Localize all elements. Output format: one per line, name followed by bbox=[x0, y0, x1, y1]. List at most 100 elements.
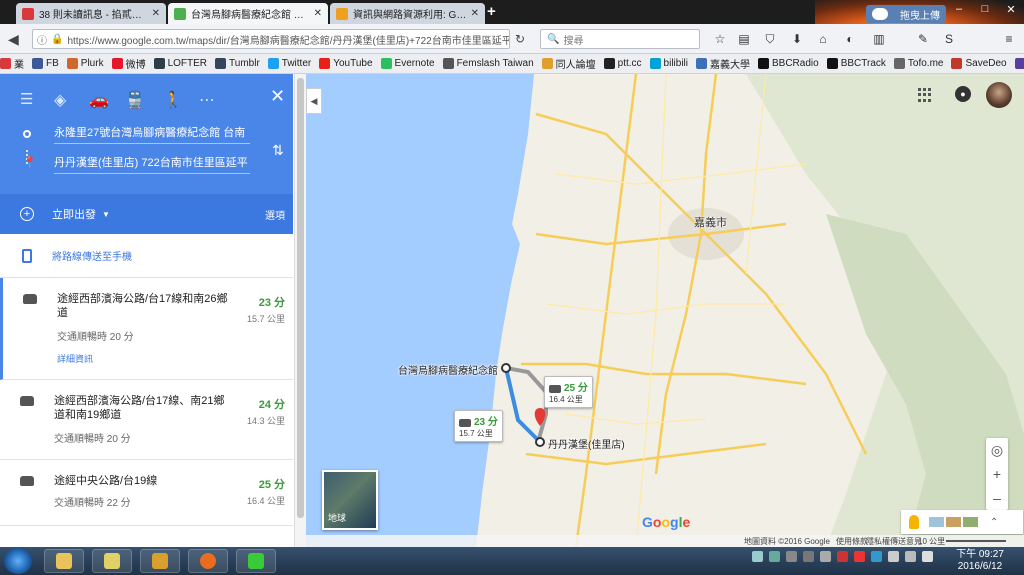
route-details-link[interactable]: 詳細資訊 bbox=[57, 352, 93, 365]
reload-icon[interactable]: ↻ bbox=[515, 32, 525, 46]
reading-list-icon[interactable]: ▤ bbox=[737, 32, 751, 46]
add-destination-icon[interactable]: + bbox=[20, 207, 34, 221]
close-window-button[interactable]: ✕ bbox=[998, 0, 1024, 18]
bookmark-item[interactable]: Tofo.me bbox=[893, 58, 943, 69]
bookmark-item[interactable]: Plurk bbox=[66, 58, 104, 69]
street-view-bar[interactable]: ⌃ bbox=[901, 510, 1023, 534]
tab-blogger[interactable]: 資訊與網路資源利用: Goo... ✕ bbox=[330, 3, 485, 24]
pegman-icon[interactable] bbox=[909, 515, 919, 529]
menu-icon[interactable]: ☰ bbox=[20, 90, 33, 108]
zoom-in-button[interactable]: + bbox=[986, 462, 1008, 486]
bookmark-item[interactable]: Evernote bbox=[380, 58, 435, 69]
taskbar-app[interactable] bbox=[140, 549, 180, 573]
bookmark-item[interactable]: 伊莉 bbox=[1014, 56, 1024, 71]
destination-label[interactable]: 丹丹漢堡(佳里店) bbox=[548, 436, 625, 451]
destination-input[interactable]: 丹丹漢堡(佳里店) 722台南市佳里區延平 bbox=[54, 154, 250, 174]
bookmark-item[interactable]: SaveDeo bbox=[951, 58, 1007, 69]
back-arrow-icon[interactable]: ◀ bbox=[8, 31, 19, 48]
photo-thumbnail[interactable] bbox=[963, 517, 978, 527]
apps-grid-icon[interactable] bbox=[918, 88, 932, 102]
route-option[interactable]: 途經中央公路/台19線 交通順暢時 22 分 25 分 16.4 公里 bbox=[0, 460, 293, 526]
avatar[interactable] bbox=[986, 82, 1012, 108]
addon-icon[interactable]: ✎ bbox=[916, 32, 930, 46]
chevron-down-icon[interactable]: ▼ bbox=[102, 210, 110, 219]
menu-icon[interactable]: ≡ bbox=[1002, 32, 1016, 46]
scrollbar-thumb[interactable] bbox=[297, 78, 304, 518]
upload-button[interactable]: 拖曳上傳 bbox=[866, 5, 946, 23]
close-directions-icon[interactable]: ✕ bbox=[270, 86, 285, 107]
tray-icon[interactable] bbox=[803, 551, 814, 562]
driving-icon[interactable]: 🚗 bbox=[89, 90, 109, 110]
photo-thumbnail[interactable] bbox=[929, 517, 944, 527]
taskbar-firefox[interactable] bbox=[188, 549, 228, 573]
zoom-out-button[interactable]: – bbox=[986, 486, 1008, 510]
tray-icon[interactable] bbox=[871, 551, 882, 562]
privacy-link[interactable]: 隱私權 bbox=[866, 536, 890, 547]
chevron-up-icon[interactable]: ⌃ bbox=[990, 517, 998, 528]
tray-icon[interactable] bbox=[820, 551, 831, 562]
route-callout[interactable]: 23 分 15.7 公里 bbox=[454, 410, 503, 442]
tray-icon[interactable] bbox=[786, 551, 797, 562]
transit-icon[interactable]: 🚆 bbox=[125, 90, 145, 110]
walking-icon[interactable]: 🚶 bbox=[163, 90, 183, 110]
search-input[interactable]: 🔍 搜尋 bbox=[540, 29, 700, 49]
start-button[interactable] bbox=[4, 548, 32, 574]
extension-icon[interactable]: ◐ bbox=[843, 32, 857, 46]
new-tab-button[interactable]: + bbox=[487, 3, 496, 20]
bookmark-item[interactable]: LOFTER bbox=[153, 58, 207, 69]
address-bar[interactable]: ⓘ 🔒 https://www.google.com.tw/maps/dir/台… bbox=[32, 29, 510, 49]
bookmark-item[interactable]: BBCTrack bbox=[826, 58, 886, 69]
bookmark-item[interactable]: BBCRadio bbox=[758, 58, 819, 69]
terms-link[interactable]: 使用條款 bbox=[836, 536, 868, 547]
tray-icon[interactable] bbox=[769, 551, 780, 562]
notification-icon[interactable]: ● bbox=[955, 86, 971, 102]
taskbar-explorer[interactable] bbox=[44, 549, 84, 573]
scale-label[interactable]: 10 公里 bbox=[918, 536, 945, 547]
bookmark-item[interactable]: bilibili bbox=[649, 58, 688, 69]
my-location-icon[interactable]: ◎ bbox=[986, 438, 1008, 462]
swap-icon[interactable]: ⇅ bbox=[272, 142, 284, 159]
best-route-icon[interactable]: ◈ bbox=[54, 90, 66, 110]
map-canvas[interactable]: ◀ 嘉義市 台灣烏腳病醫療紀念館 丹丹漢堡(佳里店) 25 分 16.4 公里 … bbox=[306, 74, 1024, 547]
tab-plurk[interactable]: 38 則未讀訊息 - 掐貳業 (st... ✕ bbox=[16, 3, 166, 24]
tab-google-maps[interactable]: 台灣烏腳病醫療紀念館 至 ... ✕ bbox=[168, 3, 328, 24]
volume-icon[interactable] bbox=[922, 551, 933, 562]
pocket-icon[interactable]: ⛉ bbox=[763, 32, 777, 46]
maximize-button[interactable]: □ bbox=[972, 0, 998, 18]
depart-now-button[interactable]: 立即出發 bbox=[52, 206, 96, 222]
photo-thumbnail[interactable] bbox=[946, 517, 961, 527]
bookmark-item[interactable]: 業 bbox=[0, 56, 24, 71]
download-icon[interactable]: ⬇ bbox=[790, 32, 804, 46]
route-option[interactable]: 途經西部濱海公路/台17線、南21鄉道和南19鄉道 交通順暢時 20 分 24 … bbox=[0, 380, 293, 460]
sync-icon[interactable]: S bbox=[942, 32, 956, 46]
sidebar-icon[interactable]: ▥ bbox=[872, 32, 886, 46]
tab-close-icon[interactable]: ✕ bbox=[152, 8, 160, 19]
bookmark-item[interactable]: Femslash Taiwan bbox=[442, 58, 534, 69]
bookmark-item[interactable]: 微博 bbox=[111, 56, 146, 71]
bookmark-star-icon[interactable]: ☆ bbox=[713, 32, 727, 46]
collapse-panel-button[interactable]: ◀ bbox=[306, 88, 322, 114]
tray-icon[interactable] bbox=[854, 551, 865, 562]
bookmark-item[interactable]: Twitter bbox=[267, 58, 311, 69]
route-callout[interactable]: 25 分 16.4 公里 bbox=[544, 376, 593, 408]
more-modes-icon[interactable]: ⋯ bbox=[199, 90, 215, 110]
bookmark-item[interactable]: FB bbox=[32, 58, 59, 69]
bookmark-item[interactable]: 嘉義大學 bbox=[696, 56, 750, 71]
taskbar-line[interactable] bbox=[236, 549, 276, 573]
route-option[interactable]: 途經西部濱海公路/台17線和南26鄉道 交通順暢時 20 分 23 分 15.7… bbox=[0, 278, 293, 380]
origin-input[interactable]: 永隆里27號台灣烏腳病醫療紀念館 台南 bbox=[54, 124, 250, 144]
earth-view-toggle[interactable]: 地球 bbox=[322, 470, 378, 530]
bookmark-item[interactable]: 同人論壇 bbox=[541, 56, 596, 71]
bookmark-item[interactable]: YouTube bbox=[319, 58, 373, 69]
tray-icon[interactable] bbox=[837, 551, 848, 562]
taskbar-notes[interactable] bbox=[92, 549, 132, 573]
bookmark-item[interactable]: Tumblr bbox=[215, 58, 260, 69]
tray-icon[interactable] bbox=[905, 551, 916, 562]
home-icon[interactable]: ⌂ bbox=[816, 32, 830, 46]
minimize-button[interactable]: – bbox=[946, 0, 972, 18]
tab-close-icon[interactable]: ✕ bbox=[471, 8, 479, 19]
tray-icon[interactable] bbox=[752, 551, 763, 562]
origin-label[interactable]: 台灣烏腳病醫療紀念館 bbox=[398, 362, 498, 377]
panel-scrollbar[interactable] bbox=[294, 74, 306, 547]
bookmark-item[interactable]: ptt.cc bbox=[603, 58, 642, 69]
